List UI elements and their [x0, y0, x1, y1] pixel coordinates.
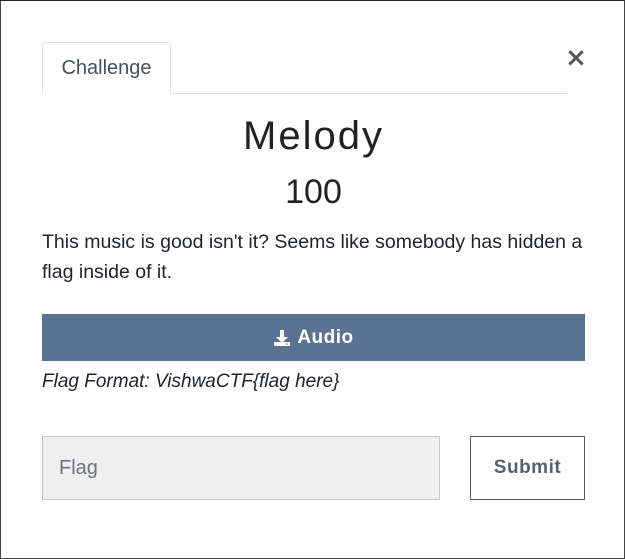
close-icon[interactable]: ×	[564, 44, 588, 72]
challenge-title: Melody	[243, 114, 384, 158]
tab-challenge[interactable]: Challenge	[42, 42, 171, 94]
challenge-points: 100	[285, 173, 342, 211]
download-icon	[274, 329, 291, 346]
download-audio-button[interactable]: Audio	[42, 314, 585, 361]
challenge-modal: Challenge × Melody 100 This music is goo…	[0, 0, 625, 559]
tab-challenge-label: Challenge	[61, 56, 152, 79]
challenge-tab-bar: Challenge	[42, 42, 567, 94]
flag-input[interactable]	[42, 436, 440, 500]
flag-format-hint: Flag Format: VishwaCTF{flag here}	[42, 371, 340, 392]
download-audio-label: Audio	[297, 326, 354, 348]
challenge-description: This music is good isn't it? Seems like …	[42, 231, 583, 283]
submit-button[interactable]: Submit	[470, 436, 585, 500]
